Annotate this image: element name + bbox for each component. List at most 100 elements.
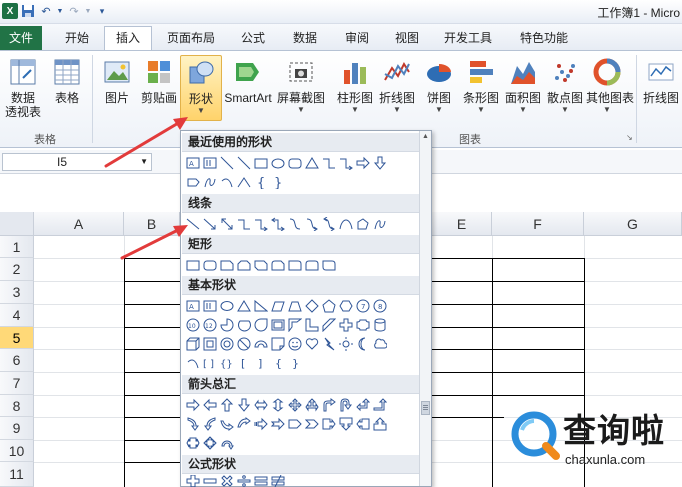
bevel-shape-icon[interactable]	[202, 337, 217, 352]
elbow-arrow-connector-icon[interactable]	[253, 217, 268, 232]
trapezoid-icon[interactable]	[287, 299, 302, 314]
tab-file[interactable]: 文件	[0, 26, 42, 50]
u-turn-arrow-icon[interactable]	[338, 398, 353, 413]
curved-up-arrow-icon[interactable]	[219, 417, 234, 432]
curved-double-arrow-icon[interactable]	[321, 217, 336, 232]
triangle-shape-icon[interactable]	[236, 299, 251, 314]
right-brace-icon[interactable]: }	[287, 356, 302, 371]
save-icon[interactable]	[20, 3, 36, 19]
pie-chart-button[interactable]: 饼图 ▼	[418, 55, 460, 115]
arc-shape-icon[interactable]	[219, 175, 234, 190]
notched-right-arrow-icon[interactable]	[270, 417, 285, 432]
row-header-5[interactable]: 5	[0, 327, 34, 349]
diagonal-stripe-icon[interactable]	[321, 318, 336, 333]
bent-up-arrow-icon[interactable]	[372, 398, 387, 413]
right-brace-icon[interactable]: }	[270, 175, 285, 190]
left-right-up-arrow-icon[interactable]	[304, 398, 319, 413]
pivot-table-button[interactable]: 数据 透视表	[2, 55, 44, 119]
row-header-6[interactable]: 6	[0, 349, 34, 372]
freeform-icon[interactable]	[202, 175, 217, 190]
cross-shape-icon[interactable]	[338, 318, 353, 333]
rectangle-shape-icon[interactable]	[253, 156, 268, 171]
undo-dropdown-icon[interactable]: ▼	[56, 3, 64, 19]
round-same-side-rectangle-icon[interactable]	[304, 258, 319, 273]
line-shape-icon[interactable]	[236, 156, 251, 171]
column-chart-button[interactable]: 柱形图 ▼	[334, 55, 376, 115]
moon-shape-icon[interactable]	[355, 337, 370, 352]
row-header-7[interactable]: 7	[0, 372, 34, 395]
curved-arrow-connector-icon[interactable]	[304, 217, 319, 232]
arc-shape-icon[interactable]	[185, 356, 200, 371]
text-box-icon[interactable]: A	[185, 299, 200, 314]
curve-shape-icon[interactable]	[338, 217, 353, 232]
tab-special-features[interactable]: 特色功能	[510, 27, 578, 49]
heart-shape-icon[interactable]	[304, 337, 319, 352]
plus-shape-icon[interactable]	[185, 475, 200, 487]
chart-dialog-launcher-icon[interactable]: ↘	[626, 133, 633, 142]
redo-dropdown-icon[interactable]: ▼	[84, 3, 92, 19]
half-frame-icon[interactable]	[287, 318, 302, 333]
frame-shape-icon[interactable]	[270, 318, 285, 333]
chord-shape-icon[interactable]	[236, 318, 251, 333]
cloud-shape-icon[interactable]	[372, 337, 387, 352]
text-box-icon[interactable]: A	[185, 156, 200, 171]
select-all-corner[interactable]	[0, 212, 34, 236]
multiply-shape-icon[interactable]	[219, 475, 234, 487]
sun-shape-icon[interactable]	[338, 337, 353, 352]
down-arrow-callout-icon[interactable]	[338, 417, 353, 432]
scatter-chart-button[interactable]: 散点图 ▼	[544, 55, 586, 115]
row-header-9[interactable]: 9	[0, 417, 34, 440]
right-arrow-shape-icon[interactable]	[185, 398, 200, 413]
table-button[interactable]: 表格	[46, 55, 88, 105]
snip-same-side-rectangle-icon[interactable]	[236, 258, 251, 273]
tab-developer[interactable]: 开发工具	[436, 27, 500, 49]
row-header-8[interactable]: 8	[0, 395, 34, 417]
smartart-button[interactable]: SmartArt	[222, 55, 274, 105]
round-diagonal-rectangle-icon[interactable]	[321, 258, 336, 273]
rounded-rectangle-icon[interactable]	[287, 156, 302, 171]
circular-arrow-icon[interactable]	[219, 436, 234, 451]
vertical-text-box-icon[interactable]	[202, 156, 217, 171]
tab-home[interactable]: 开始	[52, 27, 102, 49]
round-single-corner-rectangle-icon[interactable]	[287, 258, 302, 273]
shapes-gallery-scrollbar[interactable]: ▲	[419, 131, 431, 486]
up-down-arrow-icon[interactable]	[270, 398, 285, 413]
down-arrow-shape-icon[interactable]	[372, 156, 387, 171]
redo-icon[interactable]: ↷	[66, 3, 82, 19]
clip-art-button[interactable]: 剪贴画	[138, 55, 180, 105]
hexagon-shape-icon[interactable]	[338, 299, 353, 314]
left-right-arrow-callout-icon[interactable]	[185, 436, 200, 451]
shapes-button[interactable]: 形状 ▼	[180, 55, 222, 121]
octagon-shape-icon[interactable]: 8	[372, 299, 387, 314]
tab-formulas[interactable]: 公式	[232, 27, 274, 49]
left-brace-icon[interactable]: {	[253, 175, 268, 190]
screenshot-button[interactable]: 屏幕截图 ▼	[276, 55, 326, 115]
right-arrow-callout-icon[interactable]	[321, 417, 336, 432]
area-chart-button[interactable]: 面积图 ▼	[502, 55, 544, 115]
diamond-shape-icon[interactable]	[304, 299, 319, 314]
curved-right-arrow-icon[interactable]	[185, 417, 200, 432]
tab-data[interactable]: 数据	[284, 27, 326, 49]
right-triangle-icon[interactable]	[253, 299, 268, 314]
decagon-shape-icon[interactable]: 10	[185, 318, 200, 333]
tab-view[interactable]: 视图	[386, 27, 428, 49]
double-brace-icon[interactable]: {}	[219, 356, 234, 371]
curved-left-arrow-icon[interactable]	[202, 417, 217, 432]
heptagon-shape-icon[interactable]: 7	[355, 299, 370, 314]
triangle-shape-icon[interactable]	[304, 156, 319, 171]
block-arc-icon[interactable]	[253, 337, 268, 352]
quad-arrow-icon[interactable]	[287, 398, 302, 413]
row-header-2[interactable]: 2	[0, 258, 34, 281]
up-arrow-shape-icon[interactable]	[219, 398, 234, 413]
l-shape-icon[interactable]	[304, 318, 319, 333]
bar-chart-button[interactable]: 条形图 ▼	[460, 55, 502, 115]
divide-shape-icon[interactable]	[236, 475, 251, 487]
right-bracket-icon[interactable]: ]	[253, 356, 268, 371]
plaque-shape-icon[interactable]	[355, 318, 370, 333]
pie-shape-icon[interactable]	[219, 318, 234, 333]
chevron-arrow-icon[interactable]	[304, 417, 319, 432]
column-header-e[interactable]: E	[432, 212, 492, 236]
up-arrow-callout-icon[interactable]	[372, 417, 387, 432]
snip-corner-rectangle-icon[interactable]	[219, 258, 234, 273]
left-up-arrow-icon[interactable]	[355, 398, 370, 413]
